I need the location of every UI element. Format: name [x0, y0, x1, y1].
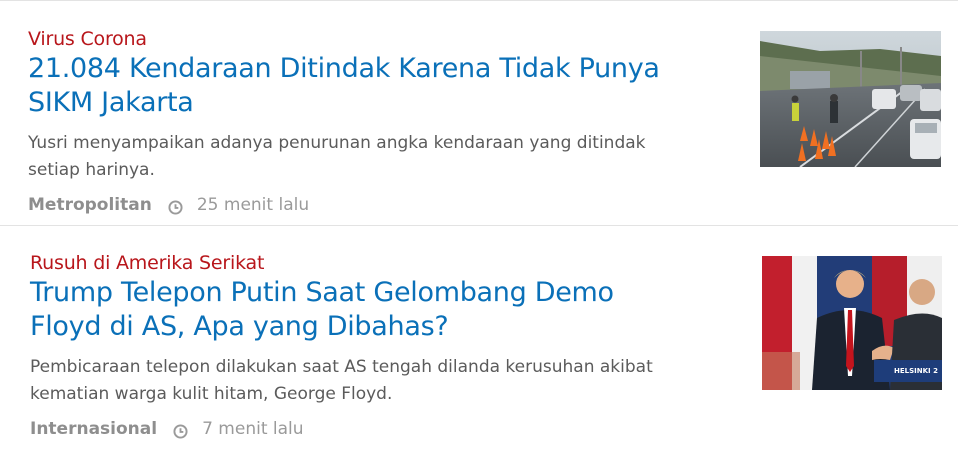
news-item[interactable]: Rusuh di Amerika Serikat Trump Telepon P…: [0, 250, 958, 450]
clock-icon: [173, 422, 188, 439]
top-divider: [0, 0, 958, 1]
article-divider: [0, 225, 958, 226]
article-time: 7 menit lalu: [202, 419, 304, 439]
clock-icon: [168, 198, 183, 215]
article-time: 25 menit lalu: [196, 195, 310, 215]
traffic-checkpoint-photo-icon: [760, 31, 941, 167]
article-category[interactable]: Rusuh di Amerika Serikat: [30, 250, 720, 276]
article-summary: Yusri menyampaikan adanya penurunan angk…: [28, 130, 708, 184]
photo-caption: HELSINKI 2: [894, 367, 938, 375]
article-category[interactable]: Virus Corona: [28, 26, 718, 52]
article-headline[interactable]: Trump Telepon Putin Saat Gelombang Demo …: [30, 276, 720, 344]
summary-line: kematian warga kulit hitam, George Floyd…: [30, 384, 393, 404]
article-meta: Internasional 7 menit lalu: [30, 417, 720, 441]
summary-line: setiap harinya.: [28, 160, 155, 180]
article-summary: Pembicaraan telepon dilakukan saat AS te…: [30, 354, 710, 408]
summary-line: Pembicaraan telepon dilakukan saat AS te…: [30, 357, 653, 377]
handshake-photo-icon: HELSINKI 2: [762, 256, 942, 390]
article-section[interactable]: Internasional: [30, 417, 157, 441]
news-item[interactable]: Virus Corona 21.084 Kendaraan Ditindak K…: [0, 26, 958, 222]
summary-line: Yusri menyampaikan adanya penurunan angk…: [28, 133, 646, 153]
headline-line[interactable]: Trump Telepon Putin Saat Gelombang Demo: [30, 276, 720, 310]
article-thumbnail[interactable]: [760, 31, 941, 167]
headline-line[interactable]: Floyd di AS, Apa yang Dibahas?: [30, 310, 720, 344]
article-section[interactable]: Metropolitan: [28, 193, 152, 217]
article-meta: Metropolitan 25 menit lalu: [28, 193, 718, 217]
headline-line[interactable]: 21.084 Kendaraan Ditindak Karena Tidak P…: [28, 52, 718, 86]
article-thumbnail[interactable]: HELSINKI 2: [762, 256, 942, 390]
headline-line[interactable]: SIKM Jakarta: [28, 86, 718, 120]
article-headline[interactable]: 21.084 Kendaraan Ditindak Karena Tidak P…: [28, 52, 718, 120]
